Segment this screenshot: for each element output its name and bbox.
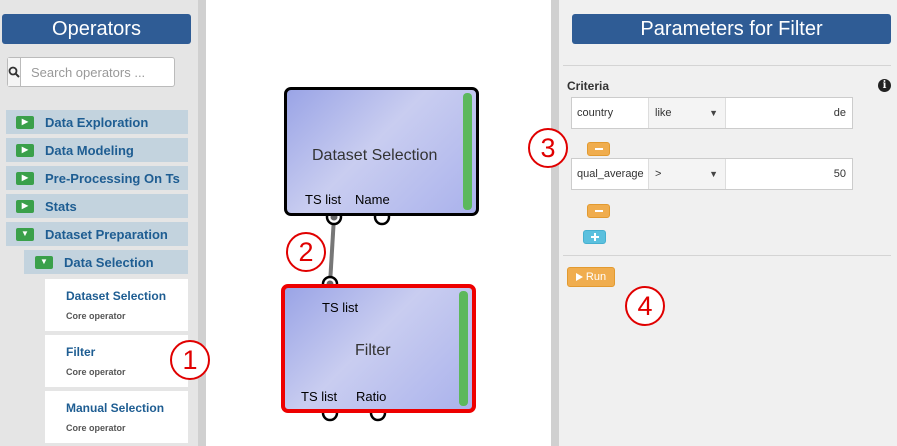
run-label: Run (585, 271, 607, 283)
criteria-label: Criteria (567, 79, 610, 93)
criterion-field-input[interactable]: country (572, 98, 649, 128)
search-input[interactable] (21, 58, 207, 86)
operator-type: Core operator (66, 367, 126, 377)
operators-title: Operators (2, 14, 191, 44)
port-label-ts-list-out: TS list (301, 389, 338, 404)
category-data-exploration[interactable]: ▶ Data Exploration (6, 110, 188, 134)
annotation-1: 1 (170, 340, 210, 380)
chevron-down-icon: ▼ (35, 255, 53, 269)
chevron-right-icon: ▶ (16, 199, 34, 213)
operator-value: > (655, 168, 662, 180)
category-label: Pre-Processing On Ts (45, 170, 180, 186)
play-icon (575, 273, 583, 281)
criterion-value-input[interactable]: de (726, 98, 852, 128)
criterion-row: country like ▼ de (571, 97, 853, 129)
operator-value: like (655, 107, 672, 119)
chevron-right-icon: ▶ (16, 171, 34, 185)
info-icon[interactable]: i (878, 79, 891, 92)
annotation-4: 4 (625, 286, 665, 326)
criterion-operator-select[interactable]: > ▼ (649, 159, 726, 189)
category-label: Dataset Preparation (45, 226, 168, 242)
divider (563, 65, 891, 66)
chevron-down-icon: ▼ (709, 108, 718, 118)
chevron-down-icon: ▼ (16, 227, 34, 241)
chevron-right-icon: ▶ (16, 143, 34, 157)
category-label: Stats (45, 198, 77, 214)
add-criterion-button[interactable] (583, 230, 606, 244)
operator-name: Dataset Selection (66, 289, 167, 303)
right-panel-splitter[interactable] (551, 0, 559, 446)
operators-panel: Operators ▶ Data Exploration ▶ Data Mode… (0, 0, 207, 446)
port-label-ts-list: TS list (305, 192, 342, 207)
parameters-title: Parameters for Filter (572, 14, 891, 44)
annotation-3: 3 (528, 128, 568, 168)
category-label: Data Modeling (45, 142, 134, 158)
left-panel-splitter[interactable] (198, 0, 206, 446)
annotation-2: 2 (286, 232, 326, 272)
node-status-bar (459, 291, 468, 406)
node-title: Dataset Selection (312, 147, 438, 164)
node-status-bar (463, 93, 472, 210)
search-button[interactable] (8, 58, 21, 86)
operator-type: Core operator (66, 423, 126, 433)
category-pre-processing[interactable]: ▶ Pre-Processing On Ts (6, 166, 188, 190)
node-dataset-selection[interactable]: Dataset Selection TS list Name (284, 87, 479, 216)
port-label-ts-list-in: TS list (322, 300, 359, 315)
divider (563, 255, 891, 256)
port-label-ratio: Ratio (356, 389, 387, 404)
run-button[interactable]: Run (567, 267, 615, 287)
subcategory-data-selection[interactable]: ▼ Data Selection (24, 250, 188, 274)
criterion-operator-select[interactable]: like ▼ (649, 98, 726, 128)
operator-manual-selection[interactable]: Manual Selection Core operator (45, 391, 188, 443)
category-dataset-preparation[interactable]: ▼ Dataset Preparation (6, 222, 188, 246)
subcategory-label: Data Selection (64, 254, 154, 270)
operator-dataset-selection[interactable]: Dataset Selection Core operator (45, 279, 188, 331)
edge-ts-list (328, 216, 336, 285)
criterion-field-input[interactable]: qual_average (572, 159, 649, 189)
remove-criterion-button[interactable] (587, 142, 610, 156)
operator-search (7, 57, 207, 87)
criterion-value-input[interactable]: 50 (726, 159, 852, 189)
port-label-name: Name (355, 192, 390, 207)
search-icon (8, 66, 20, 78)
node-filter[interactable]: TS list Filter TS list Ratio (281, 284, 476, 413)
operator-type: Core operator (66, 311, 126, 321)
category-data-modeling[interactable]: ▶ Data Modeling (6, 138, 188, 162)
category-stats[interactable]: ▶ Stats (6, 194, 188, 218)
criterion-row: qual_average > ▼ 50 (571, 158, 853, 190)
chevron-down-icon: ▼ (709, 169, 718, 179)
chevron-right-icon: ▶ (16, 115, 34, 129)
parameters-panel (559, 0, 897, 446)
node-title: Filter (355, 342, 391, 359)
category-label: Data Exploration (45, 114, 149, 130)
remove-criterion-button[interactable] (587, 204, 610, 218)
operator-filter[interactable]: Filter Core operator (45, 335, 188, 387)
operator-name: Manual Selection (66, 401, 165, 415)
